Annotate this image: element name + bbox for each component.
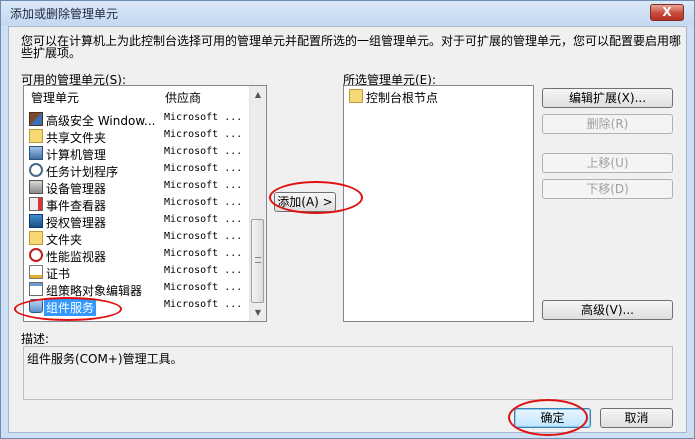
selected-snapins-list[interactable]: 控制台根节点 xyxy=(343,85,534,322)
snapin-name: 任务计划程序 xyxy=(46,165,119,179)
snapin-vendor: Microsoft ... xyxy=(164,282,243,293)
table-row[interactable]: 性能监视器 Microsoft ... xyxy=(24,247,252,264)
authorization-icon xyxy=(29,214,43,228)
performance-icon xyxy=(29,248,43,262)
snapin-vendor: Microsoft ... xyxy=(164,265,243,276)
close-button[interactable]: X xyxy=(650,4,684,21)
folder-icon xyxy=(349,89,363,103)
table-row[interactable]: 计算机管理 Microsoft ... xyxy=(24,145,252,162)
move-down-button[interactable]: 下移(D) xyxy=(542,179,673,199)
add-button[interactable]: 添加(A) > xyxy=(274,192,336,212)
table-row[interactable]: 高级安全 Window... Microsoft ... xyxy=(24,111,252,128)
snapin-vendor: Microsoft ... xyxy=(164,129,243,140)
description-label: 描述: xyxy=(21,332,50,346)
snapin-name: 证书 xyxy=(46,267,71,281)
table-row[interactable]: 设备管理器 Microsoft ... xyxy=(24,179,252,196)
snapin-name: 授权管理器 xyxy=(46,216,107,230)
table-row[interactable]: 文件夹 Microsoft ... xyxy=(24,230,252,247)
firewall-icon xyxy=(29,112,43,126)
snapin-name: 文件夹 xyxy=(46,233,83,247)
snapin-vendor: Microsoft ... xyxy=(164,180,243,191)
column-header-name[interactable]: 管理单元 xyxy=(31,88,79,108)
shared-folder-icon xyxy=(29,129,43,143)
table-row[interactable]: 组件服务 Microsoft ... xyxy=(24,298,252,316)
scroll-down-icon[interactable]: ▼ xyxy=(250,304,266,321)
intro-text: 您可以在计算机上为此控制台选择可用的管理单元并配置所选的一组管理单元。对于可扩展… xyxy=(21,34,682,60)
snapin-name: 组件服务 xyxy=(44,299,97,316)
snapin-name: 组策略对象编辑器 xyxy=(46,284,143,298)
snapin-vendor: Microsoft ... xyxy=(164,214,243,225)
edit-extensions-button[interactable]: 编辑扩展(X)... xyxy=(542,88,673,108)
snapin-name: 事件查看器 xyxy=(46,199,107,213)
computer-management-icon xyxy=(29,146,43,160)
table-row[interactable]: 证书 Microsoft ... xyxy=(24,264,252,281)
cancel-button[interactable]: 取消 xyxy=(600,408,673,428)
description-text: 组件服务(COM+)管理工具。 xyxy=(27,352,183,366)
table-row[interactable]: 事件查看器 Microsoft ... xyxy=(24,196,252,213)
title-bar[interactable]: 添加或删除管理单元 X xyxy=(1,1,694,25)
table-row[interactable]: 共享文件夹 Microsoft ... xyxy=(24,128,252,145)
snapin-vendor: Microsoft ... xyxy=(164,112,243,123)
table-row[interactable]: 任务计划程序 Microsoft ... xyxy=(24,162,252,179)
snapin-name: 性能监视器 xyxy=(46,250,107,264)
snapin-vendor: Microsoft ... xyxy=(164,299,243,310)
tree-node-console-root: 控制台根节点 xyxy=(366,91,439,105)
add-remove-snapins-dialog: 添加或删除管理单元 X 您可以在计算机上为此控制台选择可用的管理单元并配置所选的… xyxy=(0,0,695,439)
scroll-up-icon[interactable]: ▲ xyxy=(250,86,266,103)
scroll-thumb[interactable] xyxy=(251,219,264,303)
snapin-vendor: Microsoft ... xyxy=(164,231,243,242)
clock-icon xyxy=(29,163,43,177)
table-row[interactable]: 组策略对象编辑器 Microsoft ... xyxy=(24,281,252,298)
snapin-name: 高级安全 Window... xyxy=(46,114,156,128)
description-box: 组件服务(COM+)管理工具。 xyxy=(23,346,673,400)
snapin-name: 共享文件夹 xyxy=(46,131,107,145)
snapin-vendor: Microsoft ... xyxy=(164,197,243,208)
window-title: 添加或删除管理单元 xyxy=(10,7,119,21)
advanced-button[interactable]: 高级(V)... xyxy=(542,300,673,320)
available-snapins-list[interactable]: 管理单元 供应商 高级安全 Window... Microsoft ... 共享文件… xyxy=(23,85,267,322)
ok-button[interactable]: 确定 xyxy=(514,408,591,428)
remove-button[interactable]: 删除(R) xyxy=(542,114,673,134)
close-icon: X xyxy=(662,5,672,19)
certificate-icon xyxy=(29,265,43,279)
snapin-name: 计算机管理 xyxy=(46,148,107,162)
event-viewer-icon xyxy=(29,197,43,211)
component-services-icon xyxy=(29,299,43,313)
dialog-body: 您可以在计算机上为此控制台选择可用的管理单元并配置所选的一组管理单元。对于可扩展… xyxy=(8,26,687,433)
snapin-vendor: Microsoft ... xyxy=(164,248,243,259)
table-row[interactable]: 授权管理器 Microsoft ... xyxy=(24,213,252,230)
list-item[interactable]: 控制台根节点 xyxy=(344,88,572,105)
snapin-name: 设备管理器 xyxy=(46,182,107,196)
group-policy-icon xyxy=(29,282,43,296)
move-up-button[interactable]: 上移(U) xyxy=(542,153,673,173)
vertical-scrollbar[interactable]: ▲ ▼ xyxy=(249,86,266,321)
device-manager-icon xyxy=(29,180,43,194)
column-header-vendor[interactable]: 供应商 xyxy=(165,88,201,108)
snapin-vendor: Microsoft ... xyxy=(164,146,243,157)
folder-icon xyxy=(29,231,43,245)
snapin-vendor: Microsoft ... xyxy=(164,163,243,174)
